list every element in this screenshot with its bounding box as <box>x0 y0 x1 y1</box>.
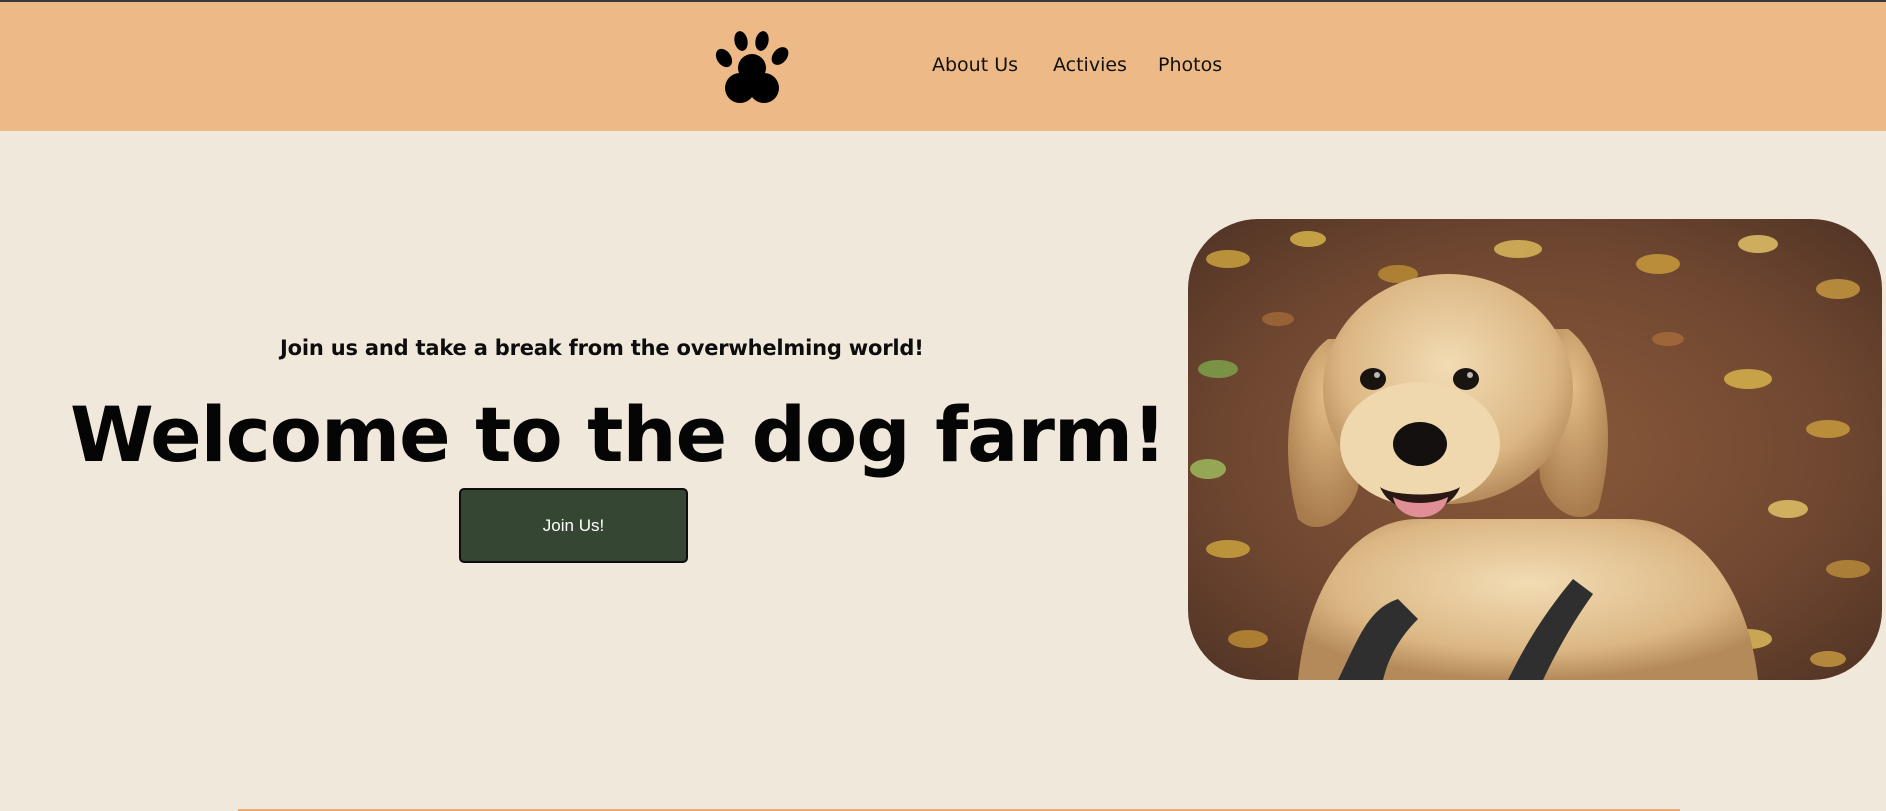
nav-link-photos[interactable]: Photos <box>1158 54 1222 76</box>
dog-photo <box>1188 219 1882 680</box>
nav-link-about-us[interactable]: About Us <box>932 54 1018 76</box>
hero-headline: Welcome to the dog farm! <box>70 390 1167 479</box>
page: About Us Activies Photos Join us and tak… <box>0 0 1886 811</box>
main-nav: About Us Activies Photos <box>0 2 1886 131</box>
join-us-button[interactable]: Join Us! <box>459 488 688 563</box>
site-header: About Us Activies Photos <box>0 2 1886 131</box>
nav-link-activities[interactable]: Activies <box>1053 54 1127 76</box>
hero-tagline: Join us and take a break from the overwh… <box>280 336 924 360</box>
